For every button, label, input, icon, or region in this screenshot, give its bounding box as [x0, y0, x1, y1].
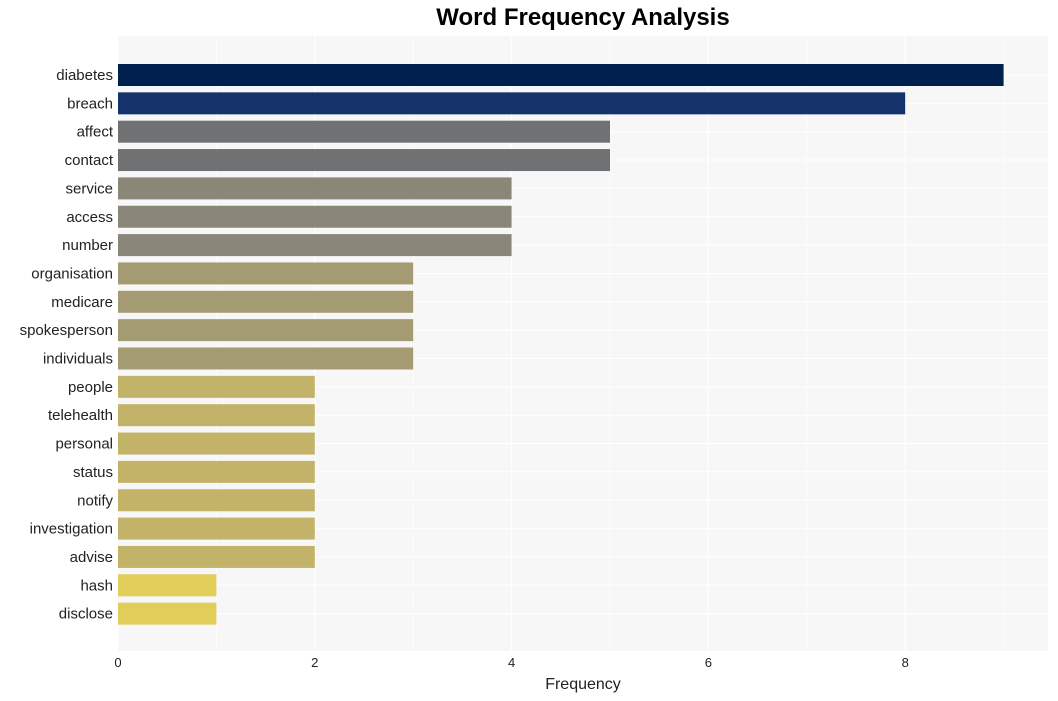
x-axis-label: Frequency	[545, 676, 621, 693]
bar-service	[118, 177, 512, 200]
bar-access	[118, 205, 512, 228]
y-tick-label: breach	[67, 95, 113, 112]
bar-number	[118, 234, 512, 257]
bar-spokesperson	[118, 319, 414, 342]
x-tick-label: 2	[311, 655, 318, 670]
y-tick-label: service	[65, 180, 113, 197]
y-tick-label: hash	[80, 577, 113, 594]
y-tick-label: diabetes	[56, 67, 113, 84]
y-tick-label: organisation	[31, 265, 113, 282]
x-tick-label: 8	[902, 655, 909, 670]
bar-organisation	[118, 262, 414, 285]
y-tick-label: disclose	[59, 606, 113, 623]
bar-individuals	[118, 347, 414, 370]
bar-personal	[118, 432, 315, 455]
y-tick-label: people	[68, 379, 113, 396]
x-tick-label: 4	[508, 655, 515, 670]
bar-telehealth	[118, 404, 315, 427]
bar-people	[118, 375, 315, 398]
bar-affect	[118, 120, 610, 143]
bar-status	[118, 460, 315, 483]
bar-notify	[118, 489, 315, 512]
y-tick-label: investigation	[30, 521, 113, 538]
bar-disclose	[118, 602, 217, 625]
bar-investigation	[118, 517, 315, 540]
bar-contact	[118, 149, 610, 172]
y-tick-label: status	[73, 464, 113, 481]
y-tick-label: notify	[77, 492, 113, 509]
bar-breach	[118, 92, 906, 115]
bar-hash	[118, 574, 217, 597]
y-tick-label: medicare	[51, 294, 113, 311]
x-tick-label: 0	[114, 655, 121, 670]
y-tick-label: access	[66, 209, 113, 226]
y-tick-label: number	[62, 237, 113, 254]
y-tick-label: spokesperson	[20, 322, 113, 339]
y-tick-label: affect	[77, 124, 114, 141]
bar-advise	[118, 545, 315, 568]
y-tick-label: individuals	[43, 351, 113, 368]
y-tick-label: personal	[55, 436, 113, 453]
x-tick-label: 6	[705, 655, 712, 670]
bar-chart: diabetes breach affect contact service access…	[20, 36, 1048, 693]
bar-diabetes	[118, 64, 1004, 86]
y-tick-label: telehealth	[48, 407, 113, 424]
y-tick-label: advise	[70, 549, 113, 566]
y-tick-label: contact	[65, 152, 114, 169]
bar-medicare	[118, 290, 414, 313]
